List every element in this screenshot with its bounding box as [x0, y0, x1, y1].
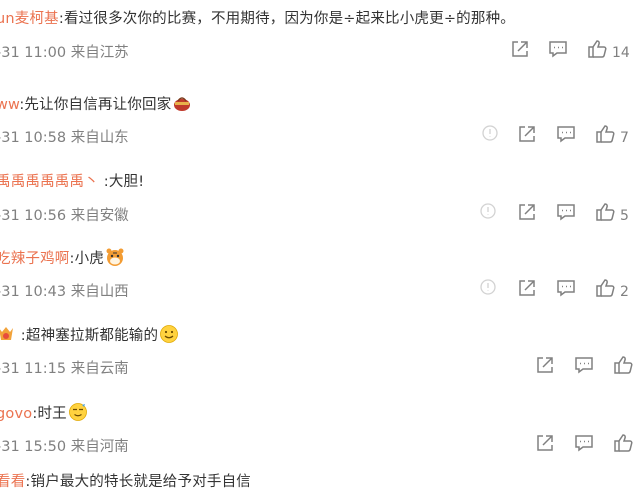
like-count: 5 [620, 208, 629, 224]
comment-icon[interactable] [555, 201, 577, 227]
thumb-up-icon[interactable] [612, 432, 634, 458]
comment-item: ww:先让你自信再让你回家 -31 10:58 来自山东 7 [0, 87, 640, 163]
comment-meta: -31 11:15 来自云南 [0, 361, 129, 377]
avatar-badge-icon [0, 324, 16, 344]
share-icon[interactable] [534, 354, 556, 380]
comment-icon[interactable] [573, 354, 595, 380]
share-icon[interactable] [516, 201, 538, 227]
comment-text: 超神塞拉斯都能输的 [25, 328, 159, 344]
proud-emoji [68, 402, 88, 422]
comment-text: 看过很多次你的比赛，不用期待，因为你是÷起来比小虎更÷的那种。 [63, 11, 515, 27]
comment-meta: -31 10:43 来自山西 [0, 284, 129, 300]
share-icon[interactable] [516, 277, 538, 303]
thumb-up-icon[interactable] [594, 277, 616, 303]
share-icon[interactable] [516, 123, 538, 149]
comment-meta: -31 10:56 来自安徽 [0, 208, 129, 224]
report-icon[interactable] [480, 123, 500, 149]
comment-icon[interactable] [573, 432, 595, 458]
share-icon[interactable] [534, 432, 556, 458]
comment-username[interactable]: 看看 [0, 474, 25, 490]
report-icon[interactable] [478, 277, 498, 303]
comment-icon[interactable] [555, 277, 577, 303]
comment-item: 看看:销户最大的特长就是给予对手自信 [0, 465, 640, 501]
comment-text: 大胆! [108, 174, 145, 190]
share-icon[interactable] [509, 38, 531, 64]
comment-username[interactable]: 禹禹禹禹禹禹丶 [0, 174, 99, 190]
comment-icon[interactable] [555, 123, 577, 149]
thumb-up-icon[interactable] [594, 201, 616, 227]
comment-username[interactable]: govo [0, 406, 32, 422]
comment-item: :超神塞拉斯都能输的 -31 11:15 来自云南 [0, 318, 640, 394]
smile-emoji [159, 324, 179, 344]
comment-text: 时王 [37, 406, 67, 422]
comment-meta: -31 10:58 来自山东 [0, 130, 129, 146]
like-count: 7 [620, 130, 629, 146]
comment-meta: -31 15:50 来自河南 [0, 439, 129, 455]
report-icon[interactable] [478, 201, 498, 227]
comment-text: 先让你自信再让你回家 [24, 97, 172, 113]
comment-text: 小虎 [74, 251, 104, 267]
like-count: 2 [620, 284, 629, 300]
thumb-up-icon[interactable] [612, 354, 634, 380]
comment-meta: -31 11:00 来自江苏 [0, 45, 129, 61]
comment-text: 销户最大的特长就是给予对手自信 [30, 474, 251, 490]
like-count: 14 [612, 45, 630, 61]
comment-item: govo:时王 -31 15:50 来自河南 [0, 396, 640, 472]
comment-icon[interactable] [547, 38, 569, 64]
thumb-up-icon[interactable] [594, 123, 616, 149]
comment-item: 禹禹禹禹禹禹丶 :大胆! -31 10:56 来自安徽 5 [0, 165, 640, 241]
basket-emoji [172, 93, 192, 113]
comment-item: 吃辣子鸡啊:小虎 -31 10:43 来自山西 2 [0, 241, 640, 317]
comment-username[interactable]: 吃辣子鸡啊 [0, 251, 70, 267]
thumb-up-icon[interactable] [586, 38, 608, 64]
comment-username[interactable]: ww [0, 97, 19, 113]
comment-username[interactable]: un麦柯基 [0, 11, 59, 27]
tiger-emoji [105, 247, 125, 267]
comment-item: un麦柯基:看过很多次你的比赛，不用期待，因为你是÷起来比小虎更÷的那种。 -3… [0, 2, 640, 78]
